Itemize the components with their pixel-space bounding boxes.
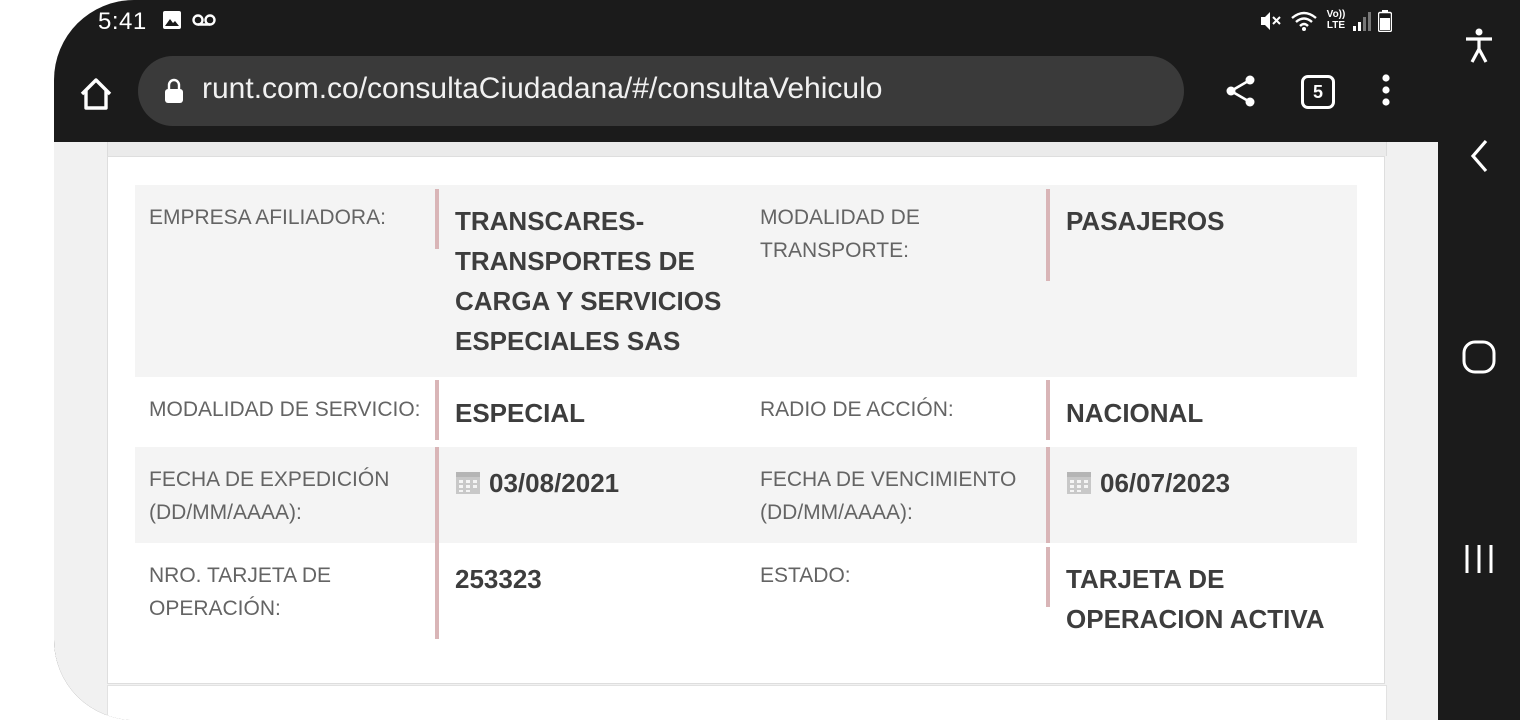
status-time: 5:41 [98,8,147,35]
back-button[interactable] [1438,138,1520,179]
home-nav-button[interactable] [1438,340,1520,379]
field-label: ESTADO: [760,564,851,587]
field-row: EMPRESA AFILIADORA: TRANSCARES-TRANSPORT… [135,185,1357,377]
status-bar: 5:41 Vo)) LTE [54,0,1438,44]
battery-icon [1377,10,1393,37]
field-value: 06/07/2023 [1066,463,1356,506]
value-divider [1046,380,1050,440]
recents-icon [1465,545,1493,573]
lock-icon [164,78,184,109]
back-icon [1470,139,1488,173]
field-value: PASAJEROS [1066,206,1225,236]
field-label: MODALIDAD DE SERVICIO: [149,398,421,421]
field-value: 253323 [455,564,542,594]
browser-toolbar: runt.com.co/consultaCiudadana/#/consulta… [54,44,1438,140]
value-divider [1046,447,1050,543]
calendar-icon [1066,466,1092,506]
volte-icon: Vo)) LTE [1326,9,1346,31]
overflow-menu-button[interactable] [1374,72,1398,113]
value-divider [1046,189,1050,281]
next-card [107,685,1387,720]
url-text: runt.com.co/consultaCiudadana/#/consulta… [202,72,883,105]
field-value: 03/08/2021 [455,463,745,506]
field-row: FECHA DE EXPEDICIÓN (DD/MM/AAAA): 03/08/… [135,447,1357,543]
date-value: 06/07/2023 [1100,468,1231,498]
home-button[interactable] [76,74,116,114]
signal-icon [1352,10,1374,37]
value-divider [1046,547,1050,607]
wifi-icon [1290,10,1318,37]
value-divider [435,380,439,440]
value-divider [435,543,439,639]
more-vert-icon [1382,74,1390,106]
field-value: TARJETA DE OPERACION ACTIVA [1066,564,1325,634]
field-value: NACIONAL [1066,398,1204,428]
image-icon [162,10,182,35]
field-value: ESPECIAL [455,398,586,428]
field-label: FECHA DE VENCIMIENTO (DD/MM/AAAA): [760,468,1017,524]
field-value: TRANSCARES-TRANSPORTES DE CARGA Y SERVIC… [455,206,722,356]
field-label: RADIO DE ACCIÓN: [760,398,954,421]
web-content: EMPRESA AFILIADORA: TRANSCARES-TRANSPORT… [54,142,1438,720]
system-nav-bar [1438,0,1520,720]
field-label: EMPRESA AFILIADORA: [149,206,386,229]
share-icon [1226,75,1255,107]
house-icon [80,78,112,110]
field-row: MODALIDAD DE SERVICIO: ESPECIAL RADIO DE… [135,377,1357,447]
calendar-icon [455,466,481,506]
share-button[interactable] [1224,74,1258,113]
card-header-strip [107,142,1387,156]
date-value: 03/08/2021 [489,468,620,498]
field-row: NRO. TARJETA DE OPERACIÓN: 253323 ESTADO… [135,543,1357,643]
tab-switcher-button[interactable]: 5 [1301,75,1335,109]
field-label: FECHA DE EXPEDICIÓN (DD/MM/AAAA): [149,468,390,524]
vehicle-info-card: EMPRESA AFILIADORA: TRANSCARES-TRANSPORT… [107,156,1385,684]
value-divider [435,447,439,543]
field-label: MODALIDAD DE TRANSPORTE: [760,206,920,262]
accessibility-icon [1466,28,1492,63]
field-grid: EMPRESA AFILIADORA: TRANSCARES-TRANSPORT… [135,185,1357,643]
mute-icon [1259,10,1283,37]
value-divider [435,189,439,249]
recents-button[interactable] [1438,542,1520,581]
voicemail-icon [192,13,216,32]
accessibility-button[interactable] [1438,28,1520,69]
field-label: NRO. TARJETA DE OPERACIÓN: [149,564,332,620]
address-bar[interactable]: runt.com.co/consultaCiudadana/#/consulta… [138,56,1184,126]
home-icon [1462,340,1496,374]
phone-screen: 5:41 Vo)) LTE runt.com.co/consultaCiudad… [54,0,1438,720]
